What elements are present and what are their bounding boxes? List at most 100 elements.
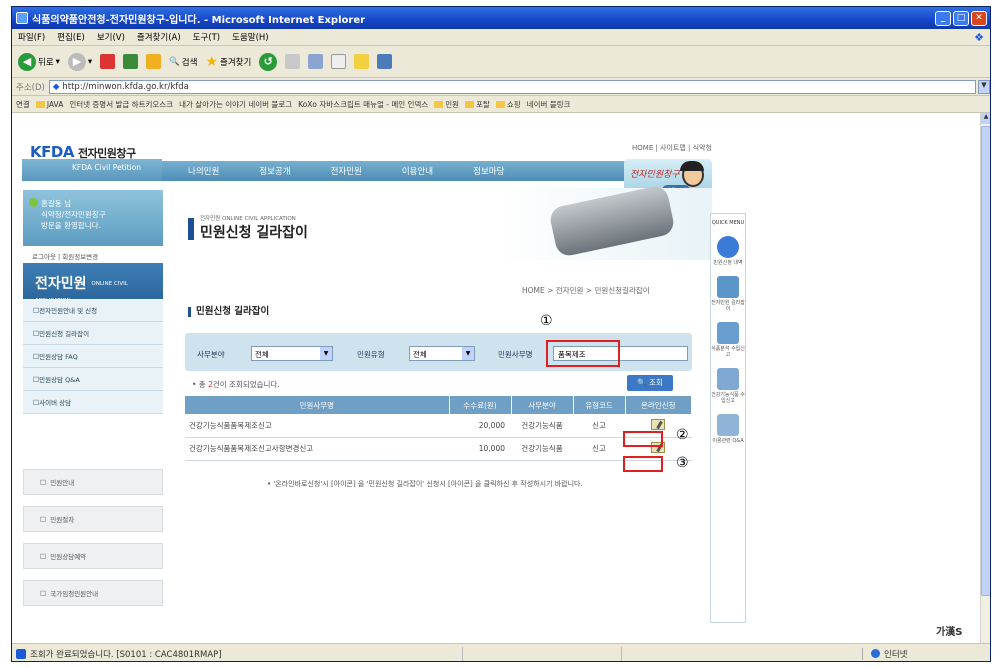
nav-my-petition[interactable]: 나의민원 [188,165,219,177]
quick-icon[interactable] [717,322,739,344]
back-button[interactable]: ◀ 뒤로 ▾ [18,52,60,71]
nav-info-open[interactable]: 정보공개 [259,165,290,177]
window-title: 식품의약품안전청-전자민원창구-입니다. - Microsoft Interne… [32,14,366,26]
office-field-select[interactable]: 전체 ▼ [251,346,333,361]
link-item[interactable]: 포탈 [465,99,490,110]
folder-icon[interactable] [354,54,370,69]
field-label: 민원사무명 [498,350,533,359]
column-header: 온라인신청 [625,396,692,414]
highlight-box [623,456,663,472]
forward-button[interactable]: ▶ ▾ [67,52,92,71]
quick-menu: QUICK MENU 민원신청 내역 전자민원 길라잡이 식품분석 수입신고 건… [710,213,746,623]
search-button[interactable]: 🔍 검색 [169,56,197,68]
quick-item[interactable]: 이용관련 Q&A [711,438,745,444]
apply-online-icon[interactable] [651,418,666,430]
back-label: 뒤로 [38,57,54,68]
left-menu-item[interactable]: □ 전자민원안내 및 신청 [23,299,163,322]
fee: 10,000 [449,437,511,461]
ime-indicator: 가漢S [936,627,963,638]
mail-icon[interactable] [285,54,301,69]
quick-icon[interactable] [717,276,739,298]
column-header: 민원사무명 [185,396,450,414]
logout-links[interactable]: 로그아웃 | 회원정보변경 [32,251,98,261]
welcome-line: 방문을 환영합니다. [41,221,101,230]
address-dropdown[interactable]: ▼ [978,79,990,94]
nav-info-square[interactable]: 정보마당 [473,165,504,177]
top-links[interactable]: HOME | 사이트맵 | 식약청 [632,143,712,153]
windows-logo-icon: ❖ [974,30,984,44]
nav-guide[interactable]: 이용안내 [402,165,433,177]
menu-tools[interactable]: 도구(T) [193,31,220,43]
status-panel [461,646,622,661]
left-button[interactable]: □ 국가임청민원안내 [23,580,163,606]
menu-file[interactable]: 파일(F) [18,31,45,43]
vr-goggles-image [548,184,676,258]
home-icon[interactable] [146,54,162,69]
welcome-box: 홍길동 님 식약청/전자민원창구 방문을 환영합니다. [23,190,163,246]
edit-icon[interactable] [331,54,347,69]
fee: 20,000 [449,414,511,438]
menu-edit[interactable]: 편집(E) [57,31,85,43]
banner-title: 민원신청 길라잡이 [200,225,308,241]
back-arrow-icon: ◀ [18,52,36,71]
search-icon: 🔍 [169,56,180,67]
stop-icon[interactable] [100,54,116,69]
link-item[interactable]: 쇼핑 [495,99,521,110]
left-menu-item[interactable]: □ 민원상담 FAQ [23,345,163,368]
petition-name[interactable]: 건강기능식품품목제조신고사항변경신고 [185,437,449,461]
minimize-button[interactable]: _ [935,10,951,26]
left-button[interactable]: □ 민원안내 [23,469,163,495]
close-button[interactable]: ✕ [971,10,987,26]
annotation-1: ① [540,313,553,329]
petition-name[interactable]: 건강기능식품품목제조신고 [185,414,449,438]
quick-title: QUICK MENU [711,220,745,226]
quick-icon[interactable] [717,236,739,258]
field-label: 사무분야 [197,350,225,359]
ie-icon [16,12,28,24]
search-submit-button[interactable]: 🔍 조회 [627,375,673,391]
messenger-icon[interactable] [377,54,393,69]
left-button[interactable]: □ 민원상담예약 [23,543,163,569]
left-menu-item[interactable]: □ 민원상담 Q&A [23,368,163,391]
zone-text: 인터넷 [884,649,908,660]
highlight-box [546,340,620,367]
page-icon: ◆ [52,81,60,92]
status-text: 조회가 완료되었습니다. [S0101 : CAC4801RMAP] [30,649,222,660]
print-icon[interactable] [308,54,324,69]
link-item[interactable]: 내가 살아가는 이야기 네이버 블로그 [179,99,292,110]
link-item[interactable]: KoXo 자바스크립트 매뉴얼 - 메인 인덱스 [298,99,428,110]
vertical-scrollbar[interactable]: ▲ [980,113,990,643]
menu-view[interactable]: 보기(V) [97,31,125,43]
quick-item[interactable]: 민원신청 내역 [711,260,745,266]
scroll-up-icon[interactable]: ▲ [981,113,990,124]
favorites-button[interactable]: ★ 즐겨찾기 [205,54,251,70]
quick-icon[interactable] [717,368,739,390]
left-button[interactable]: □ 민원절차 [23,506,163,532]
quick-item[interactable]: 식품분석 수입신고 [711,346,745,358]
link-item[interactable]: 인터넷 증명서 발급 하트키오스크 [69,99,173,110]
left-menu-item[interactable]: □ 민원신청 길라잡이 [23,322,163,345]
logo-eng: KFDA Civil Petition [22,159,162,181]
annotation-2: ② [676,427,689,443]
media-icon[interactable]: ↺ [259,52,278,71]
quick-icon[interactable] [717,414,739,436]
quick-item[interactable]: 전자민원 길라잡이 [711,300,745,312]
link-item[interactable]: 네이버 블링크 [527,99,571,110]
left-menu-item[interactable]: □ 사이버 상담 [23,391,163,414]
toolbar: ◀ 뒤로 ▾ ▶ ▾ 🔍 검색 ★ 즐겨찾기 ↺ [12,46,990,78]
banner-en: 전자민원 ONLINE CIVIL APPLICATION [200,216,296,222]
link-item[interactable]: 민원 [434,99,459,110]
petition-type-select[interactable]: 전체 ▼ [409,346,475,361]
maximize-button[interactable]: □ [953,10,969,26]
star-icon: ★ [205,53,218,70]
status-bar: 조회가 완료되었습니다. [S0101 : CAC4801RMAP] 인터넷 [12,643,990,661]
link-item[interactable]: JAVA [35,100,63,109]
quick-item[interactable]: 건강기능식품 수입신고 [711,392,745,404]
menu-help[interactable]: 도움말(H) [232,31,268,43]
menu-favorites[interactable]: 즐겨찾기(A) [137,31,181,43]
nav-e-petition[interactable]: 전자민원 [331,165,362,177]
highlight-box [623,431,663,447]
refresh-icon[interactable] [123,54,139,69]
scroll-thumb[interactable] [981,126,990,596]
address-input[interactable]: ◆ http://minwon.kfda.go.kr/kfda [48,79,976,94]
